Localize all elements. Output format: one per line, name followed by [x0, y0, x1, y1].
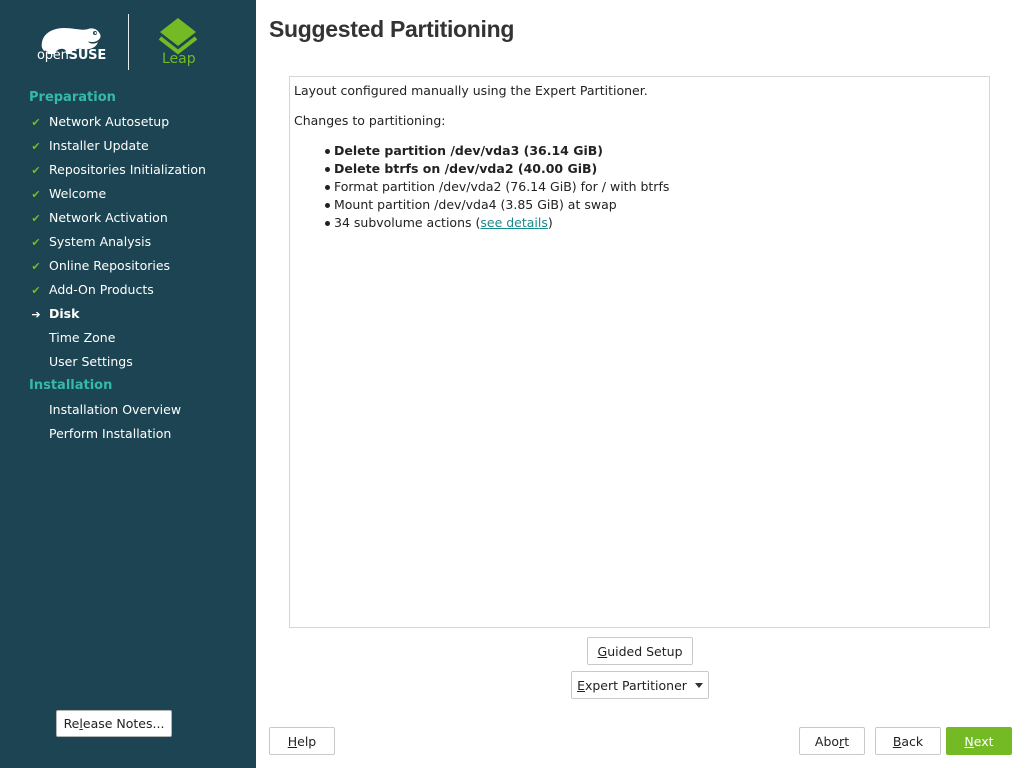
list-item: Mount partition /dev/vda4 (3.85 GiB) at …: [325, 196, 669, 214]
step-disk: Disk: [49, 306, 80, 321]
arrow-right-icon: ➔: [31, 308, 41, 321]
back-button[interactable]: Back: [875, 727, 941, 755]
leap-wordmark: Leap: [162, 51, 196, 67]
list-item-subvolume-actions: 34 subvolume actions (see details): [325, 214, 669, 232]
step-installer-update: Installer Update: [49, 138, 149, 153]
step-online-repositories: Online Repositories: [49, 258, 171, 273]
list-item: Delete btrfs on /dev/vda2 (40.00 GiB): [325, 160, 669, 178]
guided-setup-button[interactable]: Guided Setup: [587, 637, 693, 665]
step-system-analysis: System Analysis: [49, 234, 152, 249]
check-icon: ✔: [31, 260, 41, 273]
step-add-on-products: Add-On Products: [49, 282, 154, 297]
check-icon: ✔: [31, 284, 41, 297]
list-item: Format partition /dev/vda2 (76.14 GiB) f…: [325, 178, 669, 196]
check-icon: ✔: [31, 236, 41, 249]
list-item: Delete partition /dev/vda3 (36.14 GiB): [325, 142, 669, 160]
chevron-down-icon: [694, 682, 703, 688]
step-time-zone: Time Zone: [49, 330, 116, 345]
check-icon: ✔: [31, 212, 41, 225]
help-button[interactable]: Help: [269, 727, 335, 755]
check-icon: ✔: [31, 164, 41, 177]
step-repositories-initialization: Repositories Initialization: [49, 162, 206, 177]
summary-intro: Layout configured manually using the Exp…: [294, 83, 648, 98]
step-welcome: Welcome: [49, 186, 107, 201]
changes-list: Delete partition /dev/vda3 (36.14 GiB) D…: [325, 142, 669, 232]
logo-divider: [128, 14, 129, 70]
see-details-link[interactable]: see details: [480, 215, 548, 230]
release-notes-button[interactable]: Re l ease Notes...: [56, 710, 172, 737]
page-title: Suggested Partitioning: [269, 16, 515, 42]
step-network-autosetup: Network Autosetup: [49, 114, 170, 129]
logo-area: openSUSE Leap: [0, 0, 256, 80]
step-installation-overview: Installation Overview: [49, 402, 182, 417]
partitioning-summary: Layout configured manually using the Exp…: [289, 76, 990, 628]
step-user-settings: User Settings: [49, 354, 133, 369]
changes-heading: Changes to partitioning:: [294, 113, 446, 128]
installer-sidebar: openSUSE Leap Preparation ✔ Network Auto…: [0, 0, 256, 768]
check-icon: ✔: [31, 188, 41, 201]
next-button[interactable]: Next: [946, 727, 1012, 755]
step-perform-installation: Perform Installation: [49, 426, 172, 441]
abort-button[interactable]: Abo r t: [799, 727, 865, 755]
step-network-activation: Network Activation: [49, 210, 168, 225]
check-icon: ✔: [31, 140, 41, 153]
check-icon: ✔: [31, 116, 41, 129]
section-heading-installation: Installation: [29, 378, 113, 393]
opensuse-wordmark: openSUSE: [37, 48, 107, 63]
section-heading-preparation: Preparation: [29, 90, 116, 105]
expert-partitioner-menu-button[interactable]: Expert Partitioner: [571, 671, 709, 699]
